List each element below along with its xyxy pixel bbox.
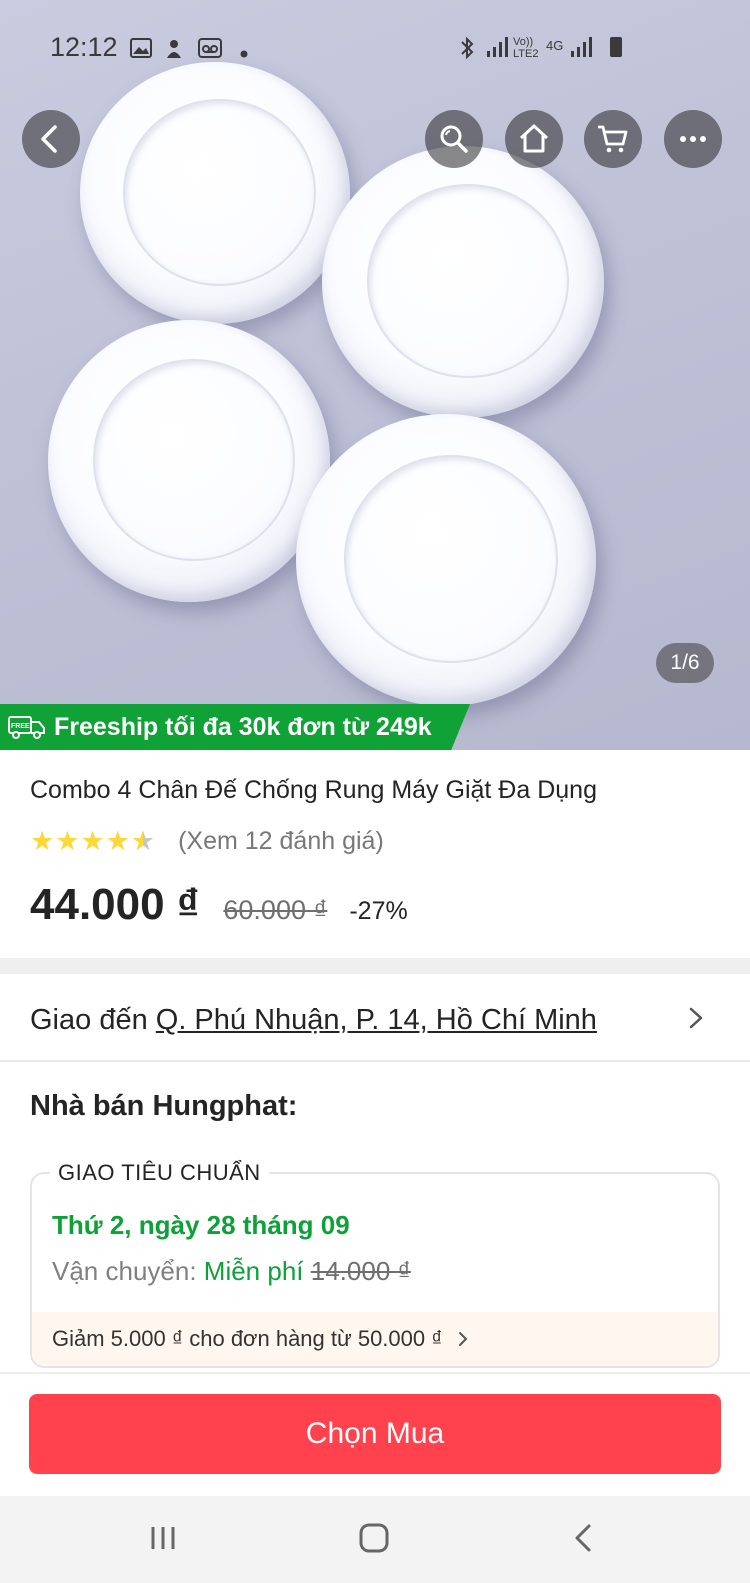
product-image[interactable] <box>0 0 750 750</box>
home-icon <box>519 124 549 153</box>
seller-name: Nhà bán Hungphat: <box>30 1090 298 1122</box>
4g-icon: 4G <box>546 38 564 53</box>
system-nav-bar <box>0 1496 750 1583</box>
signal-icon <box>486 36 510 62</box>
chevron-right-icon <box>689 1007 703 1029</box>
shipping-fee-old: 14.000 ₫ <box>310 1256 411 1286</box>
volte-icon: Vo)) LTE2 <box>513 36 539 60</box>
notification-icon <box>164 38 184 64</box>
shipping-fee-free: Miễn phí <box>203 1256 304 1286</box>
rating-stars: ★★★★★ <box>30 826 156 857</box>
cart-button[interactable] <box>584 110 642 168</box>
delivery-address[interactable]: Q. Phú Nhuận, P. 14, Hồ Chí Minh <box>156 1004 597 1036</box>
star-icon: ★ <box>55 826 81 856</box>
search-icon <box>440 125 468 153</box>
shipping-fee-label: Vận chuyển: <box>52 1256 204 1286</box>
footer-divider <box>0 1372 750 1374</box>
delivery-address-row[interactable]: Giao đến Q. Phú Nhuận, P. 14, Hồ Chí Min… <box>0 974 750 1062</box>
current-price: 44.000 ₫ <box>30 880 200 929</box>
product-title: Combo 4 Chân Đế Chống Rung Máy Giặt Đa D… <box>30 776 597 804</box>
shipping-promo-text: Giảm 5.000 ₫ cho đơn hàng từ 50.000 ₫ <box>52 1326 443 1351</box>
price-row: 44.000 ₫ 60.000 ₫ -27% <box>30 880 408 930</box>
delivery-prefix: Giao đến <box>30 1004 156 1036</box>
original-price: 60.000 ₫ <box>223 895 328 925</box>
chevron-right-icon <box>458 1332 467 1346</box>
home-button[interactable] <box>505 110 563 168</box>
discount-percent: -27% <box>349 897 408 925</box>
shipping-promo[interactable]: Giảm 5.000 ₫ cho đơn hàng từ 50.000 ₫ <box>32 1312 718 1366</box>
back-button[interactable] <box>22 110 80 168</box>
back-icon <box>41 125 57 153</box>
home-nav-button[interactable] <box>354 1518 394 1558</box>
dot-icon <box>240 42 248 62</box>
back-nav-button[interactable] <box>566 1518 600 1558</box>
status-bar: 12:12 Vo)) LTE2 4G <box>0 28 750 68</box>
more-icon <box>680 136 706 142</box>
back-nav-icon <box>575 1524 591 1552</box>
image-counter: 1/6 <box>656 643 714 683</box>
free-shipping-truck-icon: FREE <box>8 716 45 739</box>
free-badge-text: FREE <box>11 723 30 730</box>
buy-button[interactable]: Chọn Mua <box>29 1394 721 1474</box>
battery-icon <box>610 37 622 57</box>
delivery-label: Giao đến Q. Phú Nhuận, P. 14, Hồ Chí Min… <box>30 1004 597 1037</box>
half-star-icon: ★ <box>131 826 156 856</box>
recent-apps-icon <box>151 1527 175 1549</box>
star-icon: ★ <box>105 826 131 856</box>
shipping-method-label: GIAO TIÊU CHUẨN <box>50 1160 269 1186</box>
gallery-icon <box>130 38 152 62</box>
section-divider <box>0 958 750 974</box>
cart-icon <box>598 125 628 153</box>
product-photo-pad <box>296 414 596 706</box>
product-photo-pad <box>48 320 330 602</box>
product-photo-pad <box>80 62 350 324</box>
search-button[interactable] <box>425 110 483 168</box>
product-rating[interactable]: ★★★★★ (Xem 12 đánh giá) <box>30 826 384 857</box>
freeship-banner: FREE Freeship tối đa 30k đơn từ 249k <box>0 704 470 750</box>
status-time: 12:12 <box>50 32 118 62</box>
voicemail-icon <box>198 38 222 62</box>
recent-apps-button[interactable] <box>146 1518 180 1558</box>
signal-icon <box>570 36 594 62</box>
star-icon: ★ <box>80 826 106 856</box>
reviews-link[interactable]: (Xem 12 đánh giá) <box>178 827 384 856</box>
bluetooth-icon <box>458 36 476 64</box>
delivery-date: Thứ 2, ngày 28 tháng 09 <box>52 1210 350 1240</box>
home-nav-icon <box>359 1523 389 1553</box>
star-icon: ★ <box>30 826 56 856</box>
product-page: 12:12 Vo)) LTE2 4G 1/6 FREE Freeship tối… <box>0 0 750 1583</box>
shipping-fee: Vận chuyển: Miễn phí 14.000 ₫ <box>52 1256 411 1287</box>
product-photo-pad <box>322 146 604 418</box>
more-button[interactable] <box>664 110 722 168</box>
freeship-label: Freeship tối đa 30k đơn từ 249k <box>54 712 432 741</box>
shipping-option-card: Thứ 2, ngày 28 tháng 09 Vận chuyển: Miễn… <box>30 1172 720 1368</box>
